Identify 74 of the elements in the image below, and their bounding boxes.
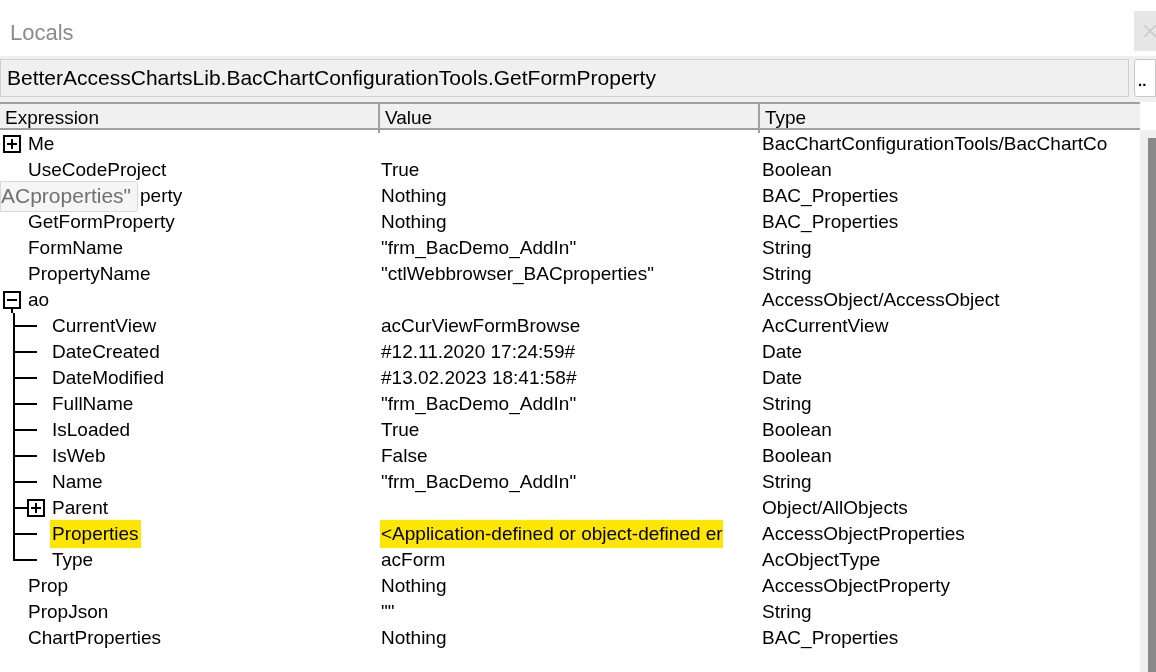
type-cell-text: BacChartConfigurationTools/BacChartCo [761, 131, 1108, 156]
value-cell-text: Nothing [380, 183, 447, 208]
type-cell-text: String [761, 235, 812, 260]
expression-cell-text: UseCodeProject [27, 157, 168, 182]
value-cell-text: Nothing [380, 209, 447, 234]
expression-cell: Properties [50, 519, 141, 549]
tree-line [12, 417, 38, 443]
value-cell: <Application-defined or object-defined er [380, 519, 723, 549]
type-cell-text: AcCurrentView [761, 313, 889, 338]
value-cell-text: acCurViewFormBrowse [380, 313, 581, 338]
type-cell-text: String [761, 261, 812, 286]
type-cell-text: Object/AllObjects [761, 495, 908, 520]
window-title: Locals [10, 19, 74, 47]
type-cell-text: Date [761, 339, 803, 364]
expression-cell-text: DateCreated [51, 339, 161, 364]
value-cell-text: True [380, 417, 420, 442]
column-header[interactable]: Type [760, 104, 1140, 133]
type-cell-text: Boolean [761, 157, 832, 182]
scrollbar[interactable] [1140, 130, 1156, 672]
type-cell-text: AccessObject/AccessObject [761, 287, 1000, 312]
expression-cell-text: Parent [51, 495, 109, 520]
value-cell-text: "ctlWebbrowser_BACproperties" [380, 261, 654, 287]
tree-line [12, 391, 38, 417]
value-cell-text: Nothing [380, 573, 447, 598]
context-field[interactable]: BetterAccessChartsLib.BacChartConfigurationTools.GetFormProperty [0, 59, 1129, 97]
tree-line [12, 339, 38, 365]
type-cell-text: String [761, 391, 812, 416]
expression-cell-text: Me [27, 131, 56, 156]
value-cell-text: #13.02.2023 18:41:58# [380, 365, 577, 390]
expression-cell-text: FormName [27, 235, 124, 260]
value-cell-text: "frm_BacDemo_AddIn" [380, 391, 577, 417]
expression-cell-text: ChartProperties [27, 625, 163, 650]
close-icon [1144, 25, 1156, 37]
column-header[interactable]: Value [380, 104, 760, 133]
expression-cell-text: CurrentView [51, 313, 158, 338]
tree-line [12, 443, 38, 469]
context-button[interactable]: .. [1134, 59, 1156, 97]
type-cell-text: String [761, 599, 812, 624]
type-cell-text: AcObjectType [761, 547, 881, 572]
value-cell-text: False [380, 443, 428, 468]
value-cell-text: "frm_BacDemo_AddIn" [380, 235, 577, 261]
type-cell-text: String [761, 469, 812, 494]
value-cell-text: #12.11.2020 17:24:59# [380, 339, 576, 364]
expression-cell-text: IsLoaded [51, 417, 132, 442]
value-cell-text: "" [380, 599, 395, 624]
type-cell-text: Boolean [761, 443, 832, 468]
type-cell-text: BAC_Properties [761, 209, 899, 235]
type-cell-text: AccessObjectProperties [761, 521, 965, 546]
value-cell-text: Nothing [380, 625, 447, 650]
tree-line [12, 365, 38, 391]
type-cell-text: BAC_Properties [761, 625, 899, 651]
type-cell-text: Boolean [761, 417, 832, 442]
value-cell-text: acForm [380, 547, 446, 572]
type-cell-text: Date [761, 365, 803, 390]
value-cell-text: True [380, 157, 420, 182]
expand-icon[interactable] [27, 499, 45, 517]
value-cell-text: "frm_BacDemo_AddIn" [380, 469, 577, 495]
type-cell-text: BAC_Properties [761, 183, 899, 209]
expression-cell-text: ao [27, 287, 51, 312]
expression-cell-text: Name [51, 469, 104, 494]
expression-cell-text: DateModified [51, 365, 165, 390]
expression-cell-text: GetFormProperty [27, 209, 176, 234]
expression-cell-text: PropertyName [27, 261, 152, 286]
expression-cell-text: perty [139, 183, 184, 208]
type-cell-text: AccessObjectProperty [761, 573, 950, 598]
expression-cell-text: Prop [27, 573, 70, 598]
tooltip: ACproperties" [0, 180, 138, 212]
expression-cell-text: IsWeb [51, 443, 107, 468]
expression-cell-text: PropJson [27, 599, 110, 624]
column-header[interactable]: Expression [0, 104, 380, 133]
expression-cell-text: FullName [51, 391, 135, 416]
expand-icon[interactable] [3, 135, 21, 153]
collapse-icon[interactable] [3, 291, 21, 309]
expression-cell-text: Type [51, 547, 95, 572]
